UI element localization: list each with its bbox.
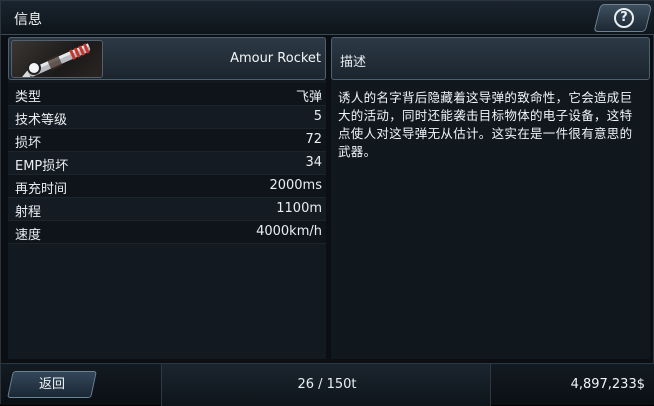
description-header: 描述 (331, 37, 650, 80)
back-button-label: 返回 (38, 377, 65, 392)
stat-label: 射程 (15, 205, 42, 220)
window-title: 信息 (14, 12, 42, 28)
stat-row-range: 射程 1100m (8, 198, 326, 221)
stat-label: 再充时间 (15, 182, 68, 197)
stat-value: 5 (313, 109, 322, 124)
stat-value: 2000ms (269, 178, 322, 193)
help-question-icon: ? (614, 8, 634, 28)
stat-value: 34 (305, 155, 322, 170)
bottom-bar: 返回 26 / 150t 4,897,233$ (1, 363, 654, 406)
stat-row-emp-damage: EMP损坏 34 (8, 152, 326, 175)
stat-label: EMP损坏 (15, 159, 69, 174)
stat-value: 飞弹 (295, 90, 322, 105)
stat-row-type: 类型 飞弹 (8, 83, 326, 106)
stat-label: 损坏 (15, 136, 42, 151)
stat-value: 4000km/h (256, 224, 322, 239)
money-balance: 4,897,233$ (570, 377, 645, 392)
description-text: 诱人的名字背后隐藏着这导弹的致命性，它会造成巨大的活动，同时还能袭击目标物体的电… (338, 90, 633, 159)
stat-row-reload-time: 再充时间 2000ms (8, 175, 326, 198)
weapon-header: Amour Rocket (8, 37, 326, 80)
stat-row-tech-level: 技术等级 5 (8, 106, 326, 129)
stat-label: 技术等级 (15, 113, 68, 128)
weapon-name: Amour Rocket (230, 51, 321, 66)
description-panel: 描述 诱人的名字背后隐藏着这导弹的致命性，它会造成巨大的活动，同时还能袭击目标物… (331, 37, 650, 359)
description-title: 描述 (340, 55, 367, 70)
weapon-stats-panel: Amour Rocket 类型 飞弹 技术等级 5 损坏 72 EMP损坏 34… (8, 37, 326, 359)
info-window: 信息 ? Amour Rocket 类型 飞弹 技术等级 5 损坏 72 EMP… (0, 0, 654, 406)
stats-table: 类型 飞弹 技术等级 5 损坏 72 EMP损坏 34 再充时间 2000ms … (8, 83, 326, 244)
help-button[interactable]: ? (593, 4, 653, 32)
cargo-capacity: 26 / 150t (297, 377, 357, 392)
stat-label: 速度 (15, 228, 42, 243)
stat-value: 72 (305, 132, 322, 147)
title-bar: 信息 ? (1, 1, 654, 35)
stat-row-damage: 损坏 72 (8, 129, 326, 152)
rocket-thumbnail (11, 40, 103, 78)
back-button[interactable]: 返回 (7, 371, 97, 398)
stat-label: 类型 (15, 90, 42, 105)
stat-row-speed: 速度 4000km/h (8, 221, 326, 244)
stat-value: 1100m (276, 201, 322, 216)
cargo-area: 26 / 150t (161, 364, 491, 406)
